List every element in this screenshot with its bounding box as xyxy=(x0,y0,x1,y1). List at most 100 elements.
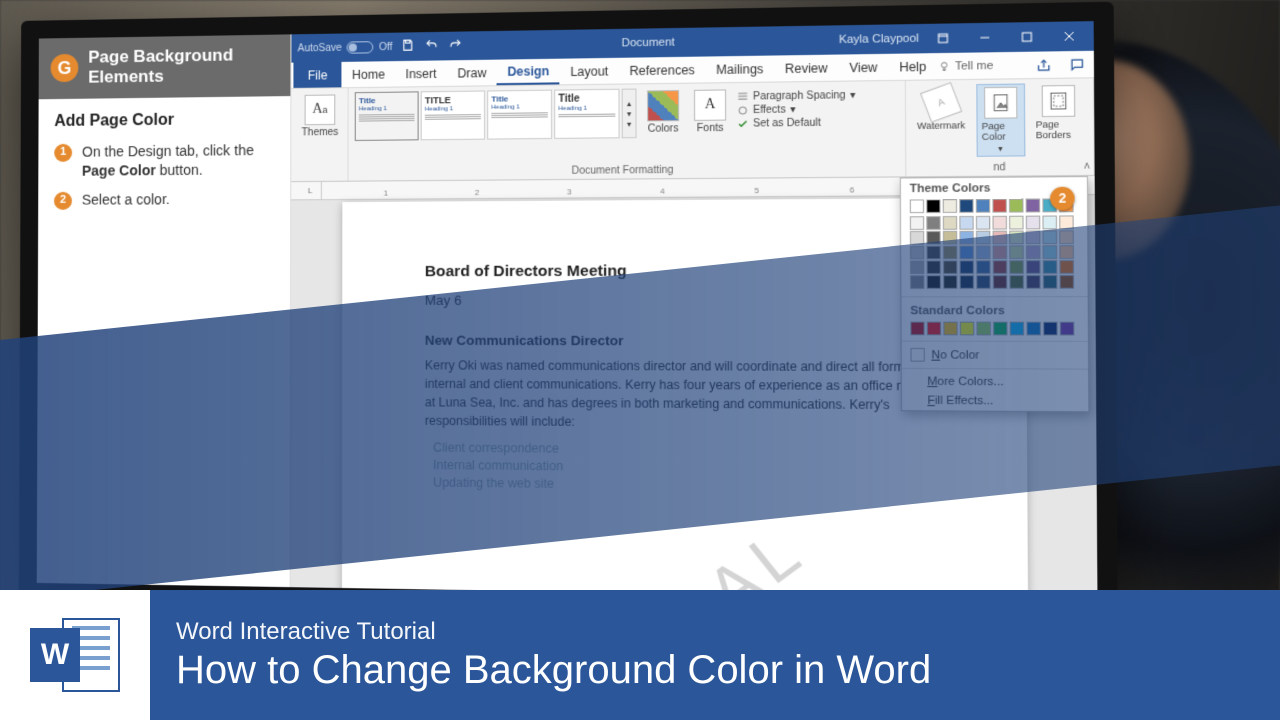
color-swatch[interactable] xyxy=(943,322,957,336)
fonts-button[interactable]: A Fonts xyxy=(690,87,731,136)
page-color-button[interactable]: Page Color▾ xyxy=(976,83,1025,156)
share-icon[interactable] xyxy=(1027,51,1061,78)
color-swatch[interactable] xyxy=(910,246,924,260)
color-swatch[interactable] xyxy=(943,216,957,230)
color-swatch[interactable] xyxy=(1026,245,1041,259)
tab-file[interactable]: File xyxy=(293,62,341,88)
undo-icon[interactable] xyxy=(424,38,437,55)
color-swatch[interactable] xyxy=(1009,199,1024,213)
effects-button[interactable]: Effects ▾ xyxy=(737,103,856,116)
color-swatch[interactable] xyxy=(1043,245,1058,259)
color-swatch[interactable] xyxy=(926,246,940,260)
color-swatch[interactable] xyxy=(926,199,940,213)
color-swatch[interactable] xyxy=(1009,216,1024,230)
color-swatch[interactable] xyxy=(910,216,924,230)
color-swatch[interactable] xyxy=(959,216,973,230)
watermark-button[interactable]: A Watermark xyxy=(912,84,969,133)
style-thumb[interactable]: Title Heading 1 xyxy=(487,90,552,140)
color-swatch[interactable] xyxy=(960,322,974,336)
color-swatch[interactable] xyxy=(927,275,941,289)
color-swatch[interactable] xyxy=(943,199,957,213)
color-swatch[interactable] xyxy=(976,231,990,245)
color-swatch[interactable] xyxy=(1010,322,1025,336)
color-swatch[interactable] xyxy=(1026,216,1041,230)
color-swatch[interactable] xyxy=(910,322,924,336)
color-swatch[interactable] xyxy=(960,260,974,274)
color-swatch[interactable] xyxy=(927,260,941,274)
minimize-icon[interactable] xyxy=(967,27,1002,49)
tab-insert[interactable]: Insert xyxy=(395,60,447,86)
color-swatch[interactable] xyxy=(976,199,990,213)
color-swatch[interactable] xyxy=(943,260,957,274)
paragraph-spacing-button[interactable]: Paragraph Spacing ▾ xyxy=(737,90,856,103)
color-swatch[interactable] xyxy=(910,275,924,289)
color-swatch[interactable] xyxy=(943,275,957,289)
fill-effects-item[interactable]: Fill Effects... xyxy=(902,391,1088,411)
color-swatch[interactable] xyxy=(1009,231,1024,245)
more-colors-item[interactable]: More Colors... xyxy=(902,372,1088,392)
gallery-more-button[interactable]: ▴▾▾ xyxy=(622,89,637,139)
color-swatch[interactable] xyxy=(1043,275,1058,289)
color-swatch[interactable] xyxy=(959,246,973,260)
color-swatch[interactable] xyxy=(926,231,940,245)
autosave-toggle[interactable]: AutoSave Off xyxy=(298,41,393,55)
color-swatch[interactable] xyxy=(1059,260,1074,274)
color-swatch[interactable] xyxy=(1059,230,1074,244)
color-swatch[interactable] xyxy=(910,231,924,245)
style-thumb[interactable]: Title Heading 1 xyxy=(355,91,419,141)
color-swatch[interactable] xyxy=(926,216,940,230)
color-swatch[interactable] xyxy=(1009,275,1024,289)
color-swatch[interactable] xyxy=(976,216,990,230)
close-icon[interactable] xyxy=(1051,25,1087,47)
color-swatch[interactable] xyxy=(1060,275,1075,289)
color-swatch[interactable] xyxy=(993,322,1007,336)
color-swatch[interactable] xyxy=(1043,230,1058,244)
color-swatch[interactable] xyxy=(1009,245,1024,259)
color-swatch[interactable] xyxy=(910,199,924,213)
tab-layout[interactable]: Layout xyxy=(560,58,619,85)
themes-button[interactable]: Aa Themes xyxy=(297,92,342,140)
style-gallery[interactable]: Title Heading 1 TITLE Heading 1 Title xyxy=(355,89,637,141)
color-swatch[interactable] xyxy=(1059,245,1074,259)
color-swatch[interactable] xyxy=(959,231,973,245)
color-swatch[interactable] xyxy=(1009,260,1024,274)
color-swatch[interactable] xyxy=(910,260,924,274)
color-swatch[interactable] xyxy=(976,275,990,289)
color-swatch[interactable] xyxy=(1059,215,1074,229)
page-borders-button[interactable]: Page Borders xyxy=(1031,83,1086,143)
color-swatch[interactable] xyxy=(993,245,1007,259)
color-swatch[interactable] xyxy=(1043,260,1058,274)
color-swatch[interactable] xyxy=(1026,199,1041,213)
maximize-icon[interactable] xyxy=(1009,26,1045,48)
color-swatch[interactable] xyxy=(976,245,990,259)
color-swatch[interactable] xyxy=(993,231,1007,245)
color-swatch[interactable] xyxy=(1026,275,1041,289)
color-swatch[interactable] xyxy=(1042,215,1057,229)
tab-references[interactable]: References xyxy=(619,57,706,84)
comments-icon[interactable] xyxy=(1060,51,1094,78)
color-swatch[interactable] xyxy=(1043,322,1058,336)
tab-design[interactable]: Design xyxy=(497,59,560,86)
tab-review[interactable]: Review xyxy=(774,55,838,82)
tell-me-search[interactable]: Tell me xyxy=(937,52,993,79)
no-color-item[interactable]: No Color xyxy=(902,345,1088,366)
style-thumb[interactable]: Title Heading 1 xyxy=(554,89,619,139)
style-thumb[interactable]: TITLE Heading 1 xyxy=(421,90,485,140)
color-swatch[interactable] xyxy=(992,216,1006,230)
redo-icon[interactable] xyxy=(448,38,461,55)
color-swatch[interactable] xyxy=(959,199,973,213)
tab-help[interactable]: Help xyxy=(888,53,937,80)
color-swatch[interactable] xyxy=(1060,322,1075,336)
tab-mailings[interactable]: Mailings xyxy=(705,56,774,83)
tab-draw[interactable]: Draw xyxy=(447,60,497,86)
tab-view[interactable]: View xyxy=(838,54,888,81)
color-swatch[interactable] xyxy=(976,260,990,274)
color-swatch[interactable] xyxy=(927,322,941,336)
color-swatch[interactable] xyxy=(993,260,1007,274)
color-swatch[interactable] xyxy=(992,199,1006,213)
color-swatch[interactable] xyxy=(943,231,957,245)
color-swatch[interactable] xyxy=(960,275,974,289)
collapse-ribbon-icon[interactable]: ˄ xyxy=(1084,161,1091,173)
set-default-button[interactable]: Set as Default xyxy=(737,117,856,130)
color-swatch[interactable] xyxy=(943,246,957,260)
